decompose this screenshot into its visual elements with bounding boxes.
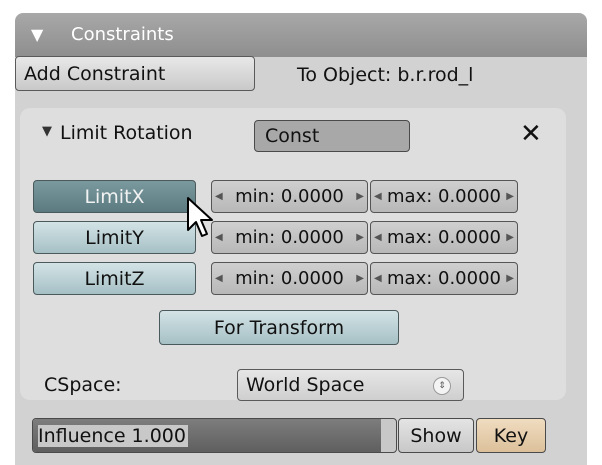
key-button[interactable]: Key: [476, 418, 546, 453]
mouse-pointer-icon: [187, 197, 213, 237]
influence-label: Influence 1.000: [38, 425, 188, 447]
min-number-field[interactable]: ◀ min: 0.0000 ▶: [211, 180, 368, 213]
right-arrow-icon[interactable]: ▶: [506, 191, 514, 202]
max-number-field[interactable]: ◀ max: 0.0000 ▶: [370, 262, 518, 295]
max-number-field[interactable]: ◀ max: 0.0000 ▶: [370, 221, 518, 254]
min-value: min: 0.0000: [235, 186, 344, 207]
panel-header[interactable]: ▼ Constraints: [15, 13, 587, 57]
limit-toggle-button[interactable]: LimitZ: [33, 262, 196, 295]
add-constraint-button[interactable]: Add Constraint: [15, 56, 255, 91]
cspace-label: CSpace:: [44, 374, 122, 396]
triangle-down-icon[interactable]: ▼: [31, 25, 43, 44]
min-value: min: 0.0000: [235, 227, 344, 248]
panel-title: Constraints: [71, 24, 174, 45]
left-arrow-icon[interactable]: ◀: [215, 273, 223, 284]
min-value: min: 0.0000: [235, 268, 344, 289]
left-arrow-icon[interactable]: ◀: [374, 191, 382, 202]
min-number-field[interactable]: ◀ min: 0.0000 ▶: [211, 262, 368, 295]
left-arrow-icon[interactable]: ◀: [215, 232, 223, 243]
limit-toggle-button[interactable]: LimitY: [33, 221, 196, 254]
limit-toggle-button[interactable]: LimitX: [33, 180, 196, 213]
for-transform-button[interactable]: For Transform: [159, 310, 399, 345]
collapse-triangle-icon[interactable]: ▼: [42, 124, 52, 139]
max-value: max: 0.0000: [387, 268, 501, 289]
min-number-field[interactable]: ◀ min: 0.0000 ▶: [211, 221, 368, 254]
updown-arrows-icon: ⇕: [433, 377, 451, 395]
left-arrow-icon[interactable]: ◀: [374, 273, 382, 284]
max-value: max: 0.0000: [387, 186, 501, 207]
cspace-select[interactable]: World Space ⇕: [237, 369, 464, 401]
left-arrow-icon[interactable]: ◀: [215, 191, 223, 202]
show-button[interactable]: Show: [398, 418, 474, 453]
right-arrow-icon[interactable]: ▶: [506, 232, 514, 243]
constraint-name-field[interactable]: Const: [254, 120, 410, 152]
max-number-field[interactable]: ◀ max: 0.0000 ▶: [370, 180, 518, 213]
right-arrow-icon[interactable]: ▶: [506, 273, 514, 284]
influence-slider[interactable]: Influence 1.000: [32, 418, 397, 453]
to-object-label: To Object: b.r.rod_l: [297, 64, 474, 86]
cspace-value: World Space: [246, 374, 365, 396]
constraint-title: Limit Rotation: [60, 122, 193, 144]
close-x-icon[interactable]: ✕: [520, 119, 542, 149]
right-arrow-icon[interactable]: ▶: [356, 273, 364, 284]
right-arrow-icon[interactable]: ▶: [356, 191, 364, 202]
max-value: max: 0.0000: [387, 227, 501, 248]
left-arrow-icon[interactable]: ◀: [374, 232, 382, 243]
right-arrow-icon[interactable]: ▶: [356, 232, 364, 243]
